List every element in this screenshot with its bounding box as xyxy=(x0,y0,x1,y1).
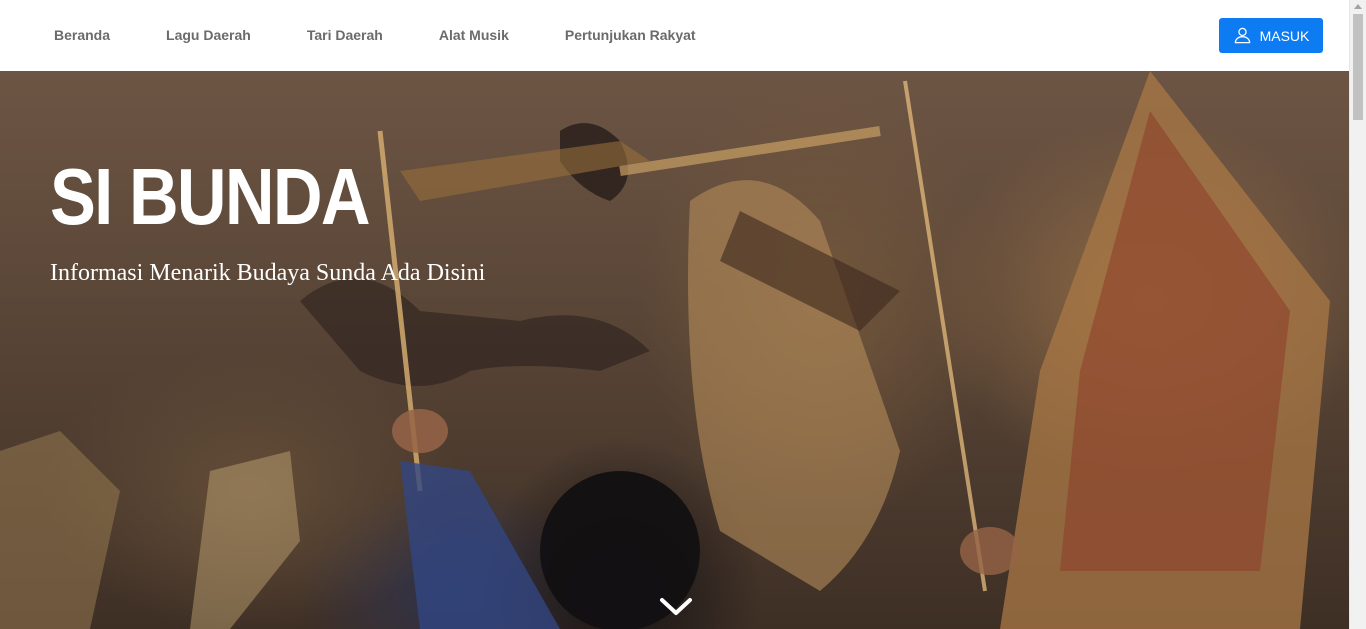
nav-link-beranda[interactable]: Beranda xyxy=(26,0,138,71)
hero-banner: SI BUNDA Informasi Menarik Budaya Sunda … xyxy=(0,71,1349,629)
scroll-up-arrow-icon[interactable] xyxy=(1354,4,1362,9)
top-navbar: Beranda Lagu Daerah Tari Daerah Alat Mus… xyxy=(0,0,1349,71)
hero-title: SI BUNDA xyxy=(50,152,371,241)
login-label: MASUK xyxy=(1259,27,1310,44)
nav-link-alat-musik[interactable]: Alat Musik xyxy=(411,0,537,71)
hero-subtitle: Informasi Menarik Budaya Sunda Ada Disin… xyxy=(50,260,486,286)
nav-link-pertunjukan-rakyat[interactable]: Pertunjukan Rakyat xyxy=(537,0,724,71)
nav-link-tari-daerah[interactable]: Tari Daerah xyxy=(279,0,411,71)
nav-link-lagu-daerah[interactable]: Lagu Daerah xyxy=(138,0,279,71)
nav-links: Beranda Lagu Daerah Tari Daerah Alat Mus… xyxy=(26,0,724,71)
user-icon xyxy=(1234,27,1250,44)
chevron-down-icon[interactable] xyxy=(658,595,694,619)
login-button[interactable]: MASUK xyxy=(1219,18,1323,53)
scrollbar-thumb[interactable] xyxy=(1353,14,1363,120)
page-scrollbar[interactable] xyxy=(1349,0,1366,629)
